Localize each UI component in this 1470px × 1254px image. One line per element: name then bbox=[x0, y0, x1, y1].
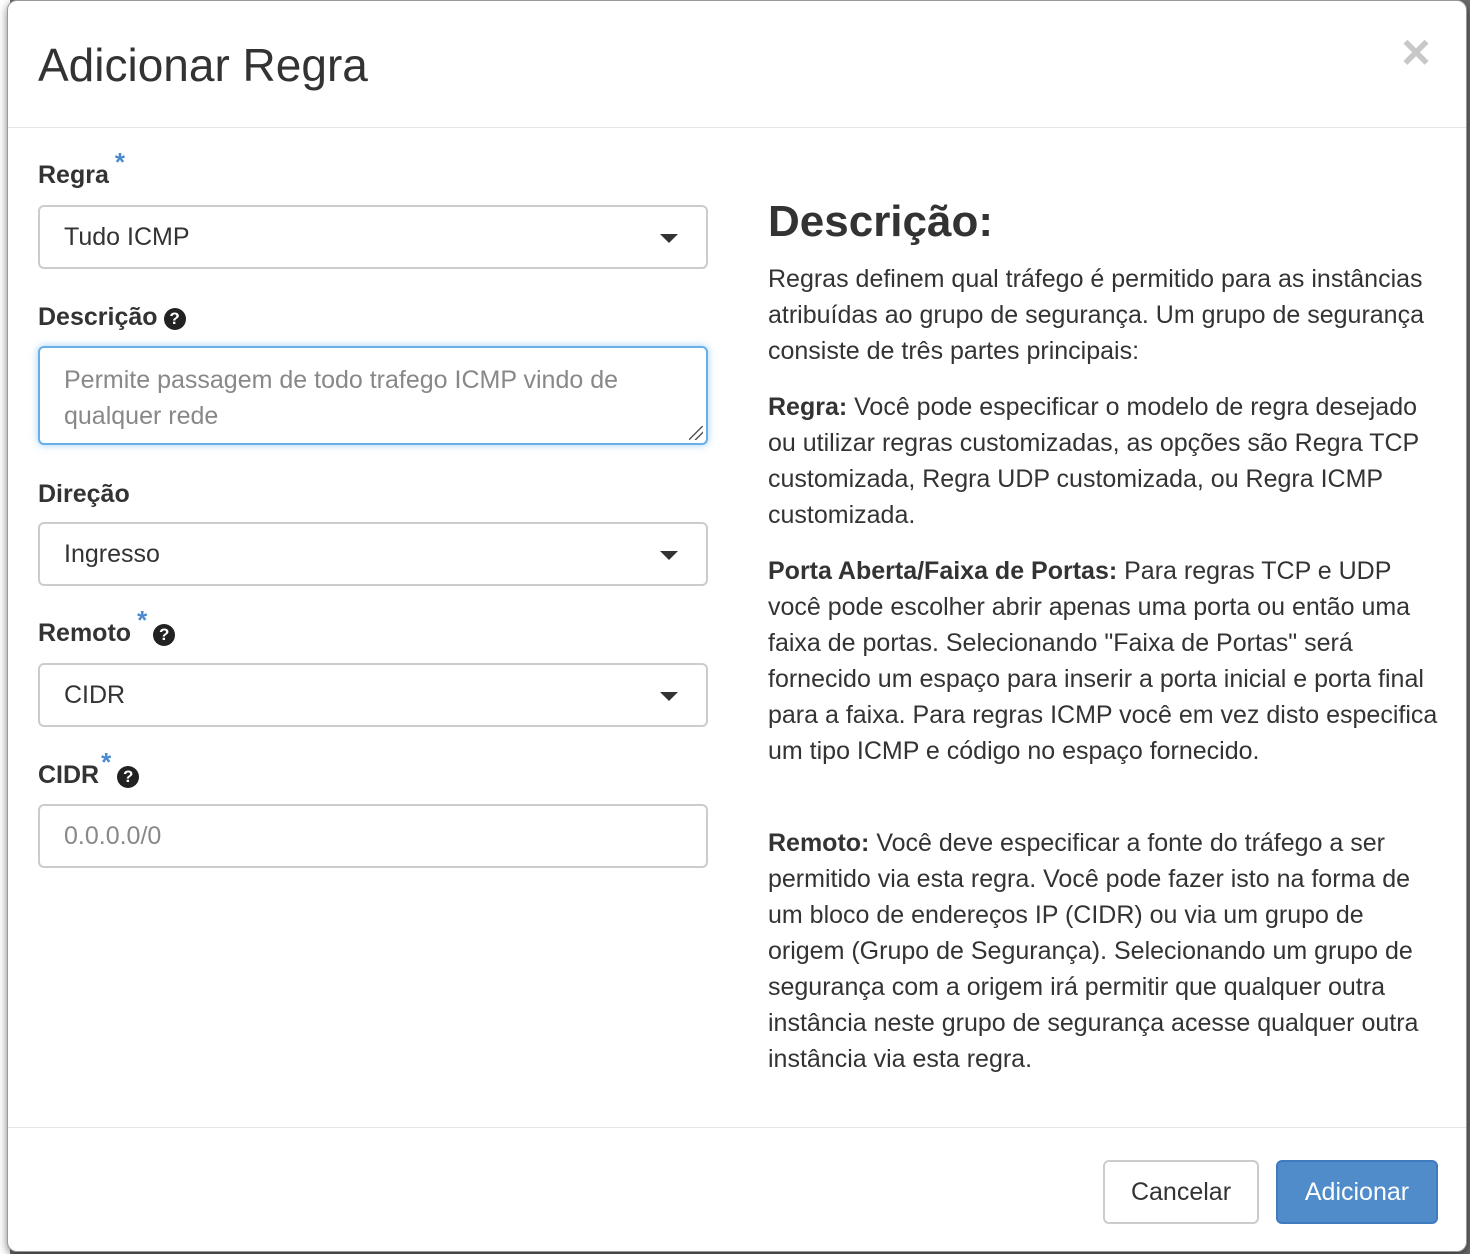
cidr-group: CIDR*? 0.0.0.0/0 bbox=[38, 747, 708, 868]
required-marker: * bbox=[101, 747, 112, 777]
direction-select-value: Ingresso bbox=[64, 540, 160, 568]
help-icon[interactable]: ? bbox=[163, 308, 186, 330]
rule-group: Regra * Tudo ICMP bbox=[38, 147, 708, 269]
close-icon[interactable]: × bbox=[1396, 27, 1436, 77]
chevron-down-icon bbox=[660, 551, 678, 560]
help-rule-paragraph: Regra: Você pode especificar o modelo de… bbox=[768, 389, 1438, 533]
modal-title: Adicionar Regra bbox=[38, 39, 368, 91]
modal-header: Adicionar Regra × bbox=[8, 1, 1466, 128]
chevron-down-icon bbox=[660, 692, 678, 701]
help-icon[interactable]: ? bbox=[117, 766, 140, 788]
add-button[interactable]: Adicionar bbox=[1276, 1160, 1438, 1224]
add-rule-dialog: Adicionar Regra × Regra * Tudo ICMP Descr… bbox=[7, 0, 1467, 1252]
required-marker: * bbox=[137, 605, 148, 635]
help-title: Descrição: bbox=[768, 197, 994, 246]
modal-body: Regra * Tudo ICMP Descrição? Permite pass… bbox=[8, 129, 1466, 1127]
modal-footer: Cancelar Adicionar bbox=[8, 1127, 1466, 1253]
cidr-label: CIDR bbox=[38, 761, 100, 789]
remote-select[interactable]: CIDR bbox=[38, 663, 708, 727]
help-remote-text: Você deve especificar a fonte do tráfego… bbox=[768, 829, 1419, 1073]
description-textarea[interactable]: Permite passagem de todo trafego ICMP vi… bbox=[38, 346, 708, 445]
help-remote-term: Remoto: bbox=[768, 829, 870, 857]
description-label: Descrição bbox=[38, 303, 158, 331]
description-placeholder: Permite passagem de todo trafego ICMP vi… bbox=[64, 366, 619, 430]
help-port-term: Porta Aberta/Faixa de Portas: bbox=[768, 557, 1118, 585]
help-port-paragraph: Porta Aberta/Faixa de Portas: Para regra… bbox=[768, 553, 1438, 769]
help-icon[interactable]: ? bbox=[153, 624, 176, 646]
rule-label: Regra bbox=[38, 161, 109, 189]
remote-group: Remoto *? CIDR bbox=[38, 605, 708, 727]
rule-select-value: Tudo ICMP bbox=[64, 223, 190, 251]
direction-label: Direção bbox=[38, 480, 130, 508]
cidr-input[interactable]: 0.0.0.0/0 bbox=[38, 804, 708, 868]
help-port-text: Para regras TCP e UDP você pode escolher… bbox=[768, 557, 1438, 765]
direction-group: Direção Ingresso bbox=[38, 480, 708, 586]
cancel-button[interactable]: Cancelar bbox=[1103, 1160, 1259, 1224]
direction-select[interactable]: Ingresso bbox=[38, 522, 708, 586]
resize-handle-icon[interactable] bbox=[689, 426, 703, 440]
chevron-down-icon bbox=[660, 234, 678, 243]
help-remote-paragraph: Remoto: Você deve especificar a fonte do… bbox=[768, 825, 1438, 1077]
help-intro: Regras definem qual tráfego é permitido … bbox=[768, 265, 1424, 365]
description-group: Descrição? Permite passagem de todo traf… bbox=[38, 303, 708, 445]
required-marker: * bbox=[114, 147, 125, 177]
remote-label: Remoto bbox=[38, 619, 132, 647]
help-rule-term: Regra: bbox=[768, 393, 848, 421]
remote-select-value: CIDR bbox=[64, 681, 126, 709]
help-rule-text: Você pode especificar o modelo de regra … bbox=[768, 393, 1419, 529]
cidr-placeholder: 0.0.0.0/0 bbox=[64, 822, 162, 850]
rule-select[interactable]: Tudo ICMP bbox=[38, 205, 708, 269]
